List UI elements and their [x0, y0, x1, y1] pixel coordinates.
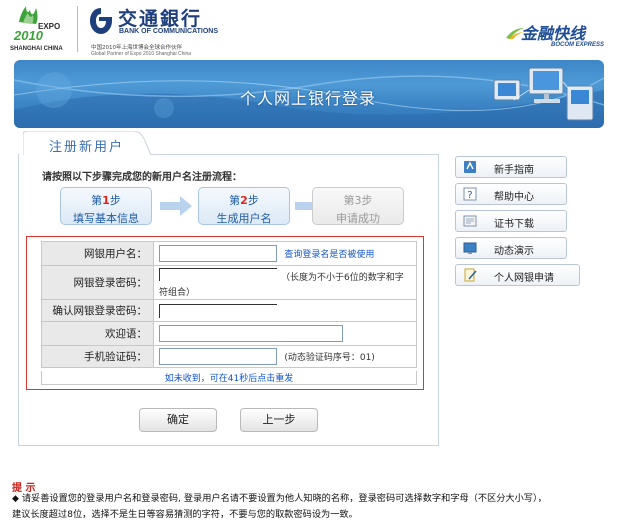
notice-text: ◆ 请妥善设置您的登录用户名和登录密码, 登录用户名请不要设置为他人知晓的名称，… — [12, 491, 612, 522]
bocom-express-logo: 金融快线 BOCOM EXPRESS — [505, 20, 613, 56]
username-cell: 查询登录名是否被使用 — [153, 241, 417, 266]
expo-city: SHANGHAI CHINA — [10, 46, 63, 52]
expo-2010-logo: EXPO 2010 SHANGHAI CHINA — [8, 2, 72, 54]
sidebar-item-help[interactable]: ? 帮助中心 — [455, 183, 567, 205]
login-banner: 个人网上银行登录 — [14, 60, 604, 128]
help-icon: ? — [463, 187, 477, 201]
express-name-en: BOCOM EXPRESS — [551, 42, 605, 48]
sidebar-item-apply[interactable]: 个人网银申请 — [455, 264, 580, 286]
password-label: 网银登录密码： — [41, 265, 154, 300]
greeting-input[interactable] — [159, 325, 343, 342]
panel-top-border — [150, 154, 439, 155]
sms-code-hint: (动态验证码序号：01) — [284, 352, 375, 363]
form-row-greeting: 欢迎语： — [41, 321, 417, 346]
confirm-password-input[interactable] — [159, 303, 277, 318]
step-2-label: 生成用户名 — [216, 212, 272, 225]
check-username-link[interactable]: 查询登录名是否被使用 — [284, 250, 374, 260]
bocom-emblem-icon — [90, 8, 112, 34]
confirm-password-cell — [153, 299, 417, 322]
step-3-label: 申请成功 — [336, 212, 380, 225]
bank-partner-cn: 中国2010年上海世博会全球合作伙伴 — [91, 45, 182, 51]
form-row-username: 网银用户名： 查询登录名是否被使用 — [41, 241, 417, 266]
form-row-sms: 手机验证码： (动态验证码序号：01) — [41, 345, 417, 368]
express-name-cn: 金融快线 — [521, 24, 586, 43]
sidebar-item-demo[interactable]: 动态演示 — [455, 237, 567, 259]
step-2: 第2步 生成用户名 — [198, 187, 290, 225]
password-hint: （长度为不小于6位的数字和字符组合） — [159, 273, 404, 298]
resend-link[interactable]: 如未收到，可在41秒后点击重发 — [165, 374, 293, 384]
step-3-title: 第3步 — [343, 194, 373, 207]
instruction-text: 请按照以下步骤完成您的新用户名注册流程： — [42, 172, 242, 183]
sidebar-item-guide[interactable]: 新手指南 — [455, 156, 567, 178]
header-divider — [77, 6, 78, 52]
sms-code-input[interactable] — [159, 348, 277, 365]
resend-row: 如未收到，可在41秒后点击重发 — [41, 371, 417, 385]
bullet-diamond-icon: ◆ — [12, 494, 19, 504]
sms-code-cell: (动态验证码序号：01) — [153, 345, 417, 368]
expo-year: 2010 — [14, 28, 43, 43]
back-button[interactable]: 上一步 — [240, 408, 318, 432]
tab-register-label: 注册新用户 — [49, 140, 125, 155]
svg-text:?: ? — [467, 190, 472, 201]
sidebar-item-help-label: 帮助中心 — [494, 192, 534, 203]
register-form: 网银用户名： 查询登录名是否被使用 网银登录密码： （长度为不小于6位的数字和字… — [41, 241, 417, 368]
greeting-cell — [153, 321, 417, 346]
sidebar-item-apply-label: 个人网银申请 — [494, 273, 554, 284]
guide-icon — [464, 161, 476, 173]
confirm-password-label: 确认网银登录密码： — [41, 299, 154, 322]
certificate-icon — [463, 215, 477, 227]
notice-line-1: 请妥善设置您的登录用户名和登录密码, 登录用户名请不要设置为他人知晓的名称，登录… — [21, 493, 547, 504]
banner-title: 个人网上银行登录 — [240, 89, 377, 108]
bank-name-en: BANK OF COMMUNICATIONS — [119, 28, 219, 35]
sidebar-item-certificate-label: 证书下载 — [494, 219, 534, 230]
apply-icon — [464, 268, 477, 282]
greeting-label: 欢迎语： — [41, 321, 154, 346]
sidebar-item-demo-label: 动态演示 — [494, 246, 534, 257]
step-1: 第1步 填写基本信息 — [60, 187, 152, 225]
step-1-title: 第1步 — [91, 194, 121, 207]
step-arrow-icon — [160, 196, 192, 216]
username-label: 网银用户名： — [41, 241, 154, 266]
password-cell: （长度为不小于6位的数字和字符组合） — [153, 265, 417, 300]
bank-name-cn: 交通銀行 — [118, 8, 203, 30]
step-1-label: 填写基本信息 — [73, 212, 139, 225]
notice-line-2: 建议长度超过8位，选择不是生日等容易猜测的字符，不要与您的取款密码设为一致。 — [12, 509, 358, 520]
sidebar-item-guide-label: 新手指南 — [494, 165, 534, 176]
sidebar-item-certificate[interactable]: 证书下载 — [455, 210, 567, 232]
confirm-button[interactable]: 确定 — [139, 408, 217, 432]
form-row-confirm: 确认网银登录密码： — [41, 299, 417, 322]
tab-register[interactable]: 注册新用户 — [23, 131, 153, 156]
step-3: 第3步 申请成功 — [312, 187, 404, 225]
username-input[interactable] — [159, 245, 277, 262]
bank-partner-en: Global Partner of Expo 2010 Shanghai Chi… — [91, 51, 192, 57]
demo-icon — [463, 242, 477, 254]
form-row-password: 网银登录密码： （长度为不小于6位的数字和字符组合） — [41, 265, 417, 300]
sms-code-label: 手机验证码： — [41, 345, 154, 368]
bank-logo: 交通銀行 BANK OF COMMUNICATIONS 中国2010年上海世博会… — [88, 4, 388, 57]
step-2-title: 第2步 — [229, 194, 259, 207]
